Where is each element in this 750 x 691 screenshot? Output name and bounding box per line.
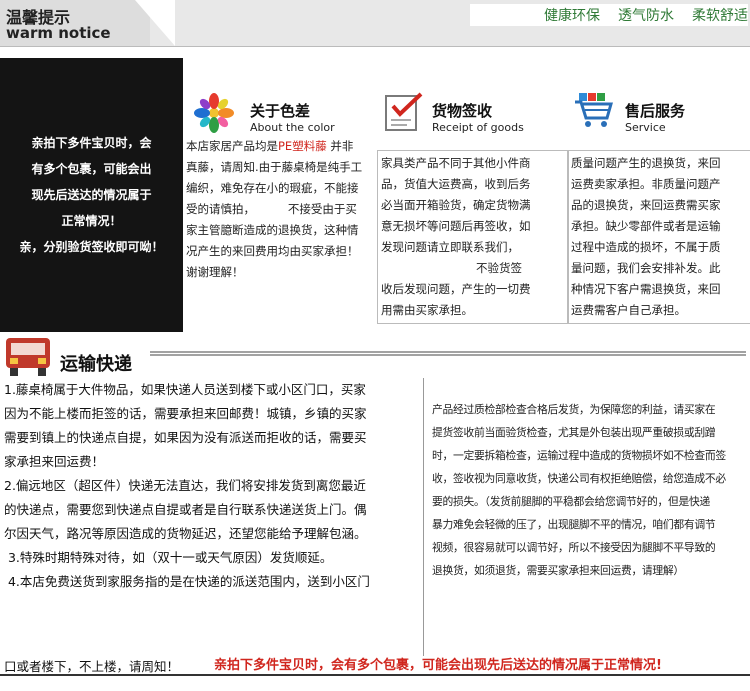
shipping-foot-text: 口或者楼下，不上楼，请周知！ xyxy=(4,659,180,674)
service-line: 过程中造成的损坏，不属于质 xyxy=(571,240,721,254)
truck-icon xyxy=(6,338,50,376)
shipping-line: 尔因天气，路况等原因造成的货物延迟，还望您能给予理解包涵。 xyxy=(4,526,367,541)
header-rule xyxy=(0,46,750,47)
header-divider-shape xyxy=(135,0,175,46)
color-subtitle: About the color xyxy=(250,121,335,134)
notice-line: 亲拍下多件宝贝时，会 xyxy=(31,136,152,150)
color-line-1: 本店家居产品均是PE塑料藤 并非 xyxy=(186,136,371,157)
receipt-line: 发现问题请立即联系我们， xyxy=(381,240,519,254)
receipt-text: 家具类产品不同于其他小件商 品，货值大运费高，收到后务 必当面开箱验货，确定货物… xyxy=(377,150,569,324)
color-title: 关于色差 xyxy=(250,102,311,120)
shipping-line: 因为不能上楼而拒签的话，需要承担来回邮费！城镇，乡镇的买家 xyxy=(4,406,367,421)
color-line: 谢谢理解！ xyxy=(186,265,244,279)
service-line: 质量问题产生的退换货，来回 xyxy=(571,156,721,170)
color-line: 真藤，请周知.由于藤桌椅是纯手工 xyxy=(186,160,363,174)
shipping-line: 4.本店免费送货到家服务指的是在快递的派送范围内，送到小区门 xyxy=(4,574,370,589)
color-palette-icon xyxy=(194,93,234,133)
inspection-line: 时，一定要拆箱检查，运输过程中造成的货物损坏如不检查而签 xyxy=(432,449,726,462)
inspection-line: 退换货，如须退货，需要买家承担来回运费，请理解） xyxy=(432,564,684,577)
shipping-line: 家承担来回运费！ xyxy=(4,454,105,469)
service-subtitle: Service xyxy=(625,121,666,134)
inspection-line: 收，签收视为同意收货，快递公司有权拒绝赔偿，给您造成不必 xyxy=(432,472,726,485)
receipt-line: 家具类产品不同于其他小件商 xyxy=(381,156,531,170)
pe-rattan-highlight: PE塑料藤 xyxy=(278,139,327,153)
color-text: 本店家居产品均是PE塑料藤 并非 真藤，请周知.由于藤桌椅是纯手工 编织，难免存… xyxy=(186,136,371,283)
bottom-rule xyxy=(0,674,750,676)
service-line: 量问题，我们会安排补发。此 xyxy=(571,261,721,275)
shipping-policy-left: 1.藤桌椅属于大件物品，如果快递人员送到楼下或小区门口，买家 因为不能上楼而拒签… xyxy=(4,378,416,594)
color-line: 家主管臆断造成的退换货，这种情 xyxy=(186,223,359,237)
receipt-line: 品，货值大运费高，收到后务 xyxy=(381,177,531,191)
shipping-title-rule xyxy=(150,351,746,356)
service-title: 售后服务 xyxy=(625,102,686,120)
service-line: 种情况下客户需退换货，来回 xyxy=(571,282,721,296)
shipping-line: 的快递点，需要您到快递点自提或者是自行联系快递送货上门。偶 xyxy=(4,502,367,517)
receipt-line: 必当面开箱验货，确定货物满 xyxy=(381,198,531,212)
inspection-line: 视频，很容易就可以调节好，所以不接受因为腿脚不平导致的 xyxy=(432,541,716,554)
receipt-line: 不验货签 xyxy=(381,261,523,275)
service-line: 运费需客户自己承担。 xyxy=(571,303,686,317)
tag-soft: 柔软舒适 xyxy=(692,8,748,24)
receipt-subtitle: Receipt of goods xyxy=(432,121,524,134)
shipping-column-divider xyxy=(423,378,424,656)
shipping-line: 3.特殊时期特殊对待，如（双十一或天气原因）发货顺延。 xyxy=(4,550,333,565)
notice-line: 正常情况！ xyxy=(61,214,122,228)
inspection-line: 提货签收前当面验货检查，尤其是外包装出现严重破损或刮蹭 xyxy=(432,426,716,439)
tag-breathable: 透气防水 xyxy=(618,8,674,24)
shipping-policy-right: 产品经过质检部检查合格后发货，为保障您的利益，请买家在 提货签收前当面验货检查，… xyxy=(432,398,744,582)
notice-line: 现先后送达的情况属于 xyxy=(31,188,152,202)
service-line: 承担。缺少零部件或者是运输 xyxy=(571,219,721,233)
color-line-1-suffix: 并非 xyxy=(326,139,354,153)
multi-package-notice: 亲拍下多件宝贝时，会 有多个包裹，可能会出 现先后送达的情况属于 正常情况！ 亲… xyxy=(0,58,183,332)
service-line: 运费卖家承担。非质量问题产 xyxy=(571,177,721,191)
inspection-line: 要的损失。（发货前腿脚的平稳都会给您调节好的，但是快递 xyxy=(432,495,711,508)
color-line: 况产生的来回费用均由买家承担！ xyxy=(186,244,359,258)
receipt-line: 用需由买家承担。 xyxy=(381,303,473,317)
color-line: 受的请慎拍， 不接受由于买 xyxy=(186,202,357,216)
receipt-line: 意无损坏等问题后再签收，如 xyxy=(381,219,531,233)
inspection-line: 暴力难免会轻微的压了，出现腿脚不平的情况，咱们都有调节 xyxy=(432,518,716,531)
shopping-cart-icon xyxy=(575,93,613,127)
notice-line: 有多个包裹，可能会出 xyxy=(31,162,152,176)
receipt-line: 收后发现问题，产生的一切费 xyxy=(381,282,531,296)
service-line: 品的退换货，来回运费需买家 xyxy=(571,198,721,212)
feature-tags: 健康环保 透气防水 柔软舒适 xyxy=(470,4,748,26)
shipping-line: 1.藤桌椅属于大件物品，如果快递人员送到楼下或小区门口，买家 xyxy=(4,382,366,397)
inspection-line: 产品经过质检部检查合格后发货，为保障您的利益，请买家在 xyxy=(432,403,716,416)
tag-eco: 健康环保 xyxy=(544,8,600,24)
header-title-en: warm notice xyxy=(6,24,111,42)
color-line-1-prefix: 本店家居产品均是 xyxy=(186,139,278,153)
multi-package-warning: 亲拍下多件宝贝时，会有多个包裹，可能会出现先后送达的情况属于正常情况! xyxy=(214,658,662,673)
color-line: 编织，难免存在小的瑕疵，不能接 xyxy=(186,181,359,195)
shipping-line: 需要到镇上的快递点自提，如果因为没有派送而拒收的话，需要买 xyxy=(4,430,367,445)
checklist-icon xyxy=(385,92,423,131)
shipping-line: 2.偏远地区（超区件）快递无法直达，我们将安排发货到离您最近 xyxy=(4,478,366,493)
notice-line: 亲，分别验货签收即可呦！ xyxy=(19,240,164,254)
receipt-title: 货物签收 xyxy=(432,102,493,120)
service-text: 质量问题产生的退换货，来回 运费卖家承担。非质量问题产 品的退换货，来回运费需买… xyxy=(567,150,750,324)
shipping-title: 运输快递 xyxy=(60,354,132,375)
